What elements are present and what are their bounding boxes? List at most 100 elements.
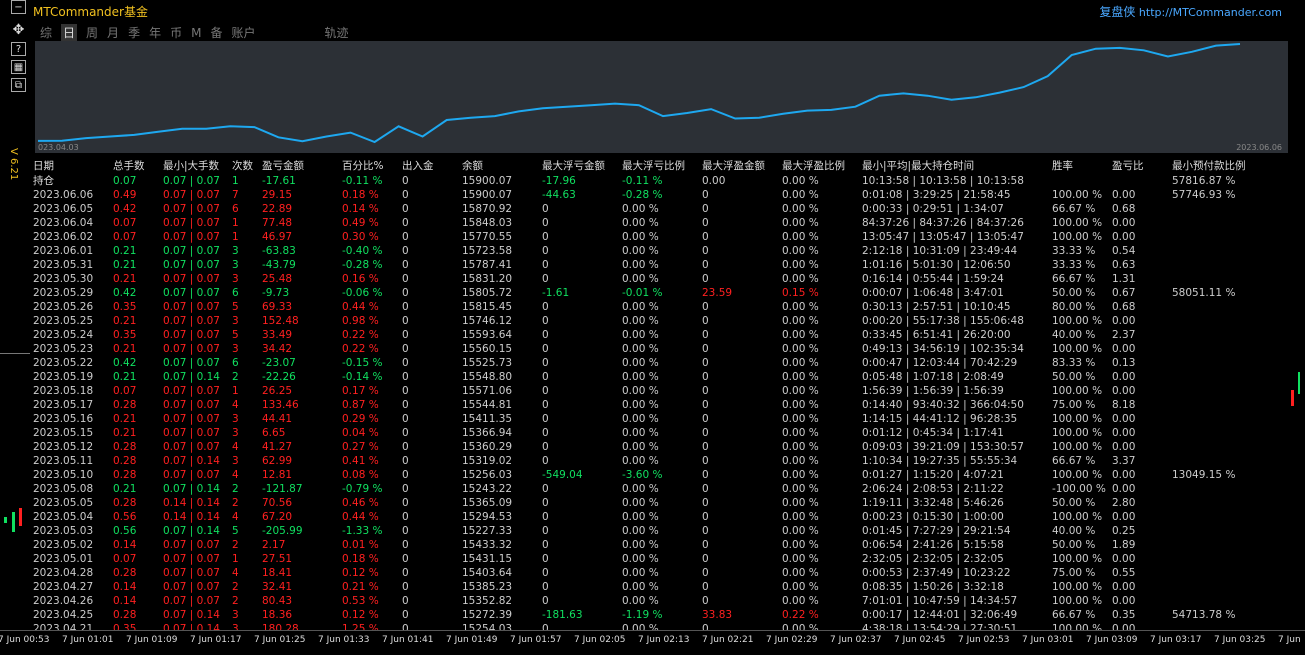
tab-5[interactable]: 年: [149, 24, 161, 41]
cell-dep: 0: [402, 581, 409, 593]
tab-6[interactable]: 币: [170, 24, 182, 41]
move-icon[interactable]: ✥: [11, 23, 26, 38]
table-row: 2023.06.04 0.07 0.07 | 0.07 1 77.48 0.49 % 0 15…: [33, 216, 1256, 230]
cell-pr: 0.00: [1112, 441, 1136, 453]
cell-pct: 0.21 %: [342, 581, 379, 593]
candle-mark: [4, 517, 7, 523]
grid-icon[interactable]: ▦: [11, 60, 26, 74]
tab-2[interactable]: 周: [86, 24, 98, 41]
tab-10[interactable]: 轨迹: [325, 24, 349, 41]
cell-margin: [1172, 594, 1256, 608]
cell-lots: 0.21: [113, 427, 137, 439]
cell-lots: 0.28: [113, 399, 137, 411]
tab-8[interactable]: 备: [210, 24, 222, 41]
tab-1[interactable]: 日: [61, 24, 78, 41]
cell-dep: 0: [402, 245, 409, 257]
cell-mflp: 0.00 %: [622, 203, 659, 215]
cell-mfl: 0: [542, 259, 549, 271]
cell-lots: 0.21: [113, 245, 137, 257]
cell-pr: 0.00: [1112, 427, 1136, 439]
candle-mark: [1298, 372, 1300, 394]
cell-dep: 0: [402, 399, 409, 411]
cell-win: 66.67 %: [1052, 203, 1096, 215]
cell-pct: -0.06 %: [342, 287, 383, 299]
header-right-link[interactable]: 复盘侠 http://MTCommander.com: [1099, 3, 1282, 20]
cell-mfpp: 0.00 %: [782, 441, 819, 453]
cell-time: 13:05:47 | 13:05:47 | 13:05:47: [862, 231, 1024, 243]
cell-mfp: 0: [702, 259, 709, 271]
cell-pnl: 27.51: [262, 553, 293, 565]
cell-pr: 0.00: [1112, 595, 1136, 607]
cell-mflp: 0.00 %: [622, 525, 659, 537]
cell-lots: 0.42: [113, 357, 137, 369]
cell-mfpp: 0.00 %: [782, 497, 819, 509]
cell-mfl: 0: [542, 315, 549, 327]
cell-mfp: 0: [702, 357, 709, 369]
window-icon[interactable]: ⧉: [11, 78, 26, 92]
tab-9[interactable]: 账户: [231, 24, 255, 41]
cell-pr: 0.68: [1112, 301, 1136, 313]
cell-count: 4: [232, 511, 239, 523]
tab-3[interactable]: 月: [107, 24, 119, 41]
cell-pnl: -121.87: [262, 483, 303, 495]
cell-dep: 0: [402, 553, 409, 565]
cell-pct: 0.22 %: [342, 343, 379, 355]
cell-dep: 0: [402, 329, 409, 341]
cell-pr: 0.00: [1112, 231, 1136, 243]
cell-time: 0:00:47 | 12:03:44 | 70:42:29: [862, 357, 1018, 369]
cell-win: 80.00 %: [1052, 301, 1096, 313]
cell-date: 2023.05.24: [33, 329, 94, 341]
cell-minmax: 0.07 | 0.07: [163, 469, 220, 481]
cell-pct: -0.79 %: [342, 483, 383, 495]
site-url[interactable]: http://MTCommander.com: [1139, 6, 1282, 19]
cell-mfl: 0: [542, 525, 549, 537]
tab-7[interactable]: M: [191, 26, 201, 40]
cell-mfpp: 0.00 %: [782, 427, 819, 439]
cell-mfp: 0: [702, 553, 709, 565]
cell-bal: 15243.22: [462, 483, 513, 495]
cell-margin: [1172, 496, 1256, 510]
cell-dep: 0: [402, 385, 409, 397]
column-header: 次数: [232, 159, 253, 172]
cell-count: 4: [232, 567, 239, 579]
help-button[interactable]: ?: [11, 42, 26, 56]
cell-minmax: 0.07 | 0.07: [163, 427, 220, 439]
cell-lots: 0.07: [113, 231, 137, 243]
minimize-button[interactable]: −: [11, 0, 26, 14]
equity-chart: 023.04.03 2023.06.06: [35, 41, 1288, 153]
cell-mfp: 0: [702, 301, 709, 313]
cell-win: 100.00 %: [1052, 343, 1103, 355]
cell-mfp: 0.00: [702, 174, 726, 187]
tab-4[interactable]: 季: [128, 24, 140, 41]
cell-bal: 15525.73: [462, 357, 513, 369]
cell-pr: 0.00: [1112, 511, 1136, 523]
cell-pr: 8.18: [1112, 399, 1136, 411]
table-row: 2023.05.26 0.35 0.07 | 0.07 5 69.33 0.44 % 0 15…: [33, 300, 1256, 314]
cell-mflp: -0.11 %: [622, 174, 663, 187]
cell-lots: 0.21: [113, 315, 137, 327]
table-row: 2023.05.19 0.21 0.07 | 0.14 2 -22.26 -0.14 % 0…: [33, 370, 1256, 384]
cell-bal: 15433.32: [462, 539, 513, 551]
time-tick-label: 7 Jun: [1278, 635, 1301, 645]
tab-0[interactable]: 综: [40, 24, 52, 41]
cell-lots: 0.07: [113, 217, 137, 229]
cell-mfpp: 0.00 %: [782, 231, 819, 243]
cell-win: 50.00 %: [1052, 497, 1096, 509]
cell-mfpp: 0.00 %: [782, 581, 819, 593]
version-label: V 6.21: [8, 148, 19, 181]
cell-mflp: 0.00 %: [622, 553, 659, 565]
cell-date: 2023.04.28: [33, 567, 94, 579]
cell-mfl: 0: [542, 385, 549, 397]
cell-mflp: 0.00 %: [622, 273, 659, 285]
time-tick-label: 7 Jun 02:05: [574, 635, 626, 645]
cell-bal: 15403.64: [462, 567, 513, 579]
cell-margin: [1172, 314, 1256, 328]
table-row: 2023.06.02 0.07 0.07 | 0.07 1 46.97 0.30 % 0 15…: [33, 230, 1256, 244]
cell-mfl: 0: [542, 245, 549, 257]
cell-mflp: 0.00 %: [622, 581, 659, 593]
cell-mfpp: 0.00 %: [782, 217, 819, 229]
cell-mfpp: 0.00 %: [782, 483, 819, 495]
table-row: 2023.05.08 0.21 0.07 | 0.14 2 -121.87 -0.79 %…: [33, 482, 1256, 496]
cell-margin: [1172, 510, 1256, 524]
cell-count: 1: [232, 174, 239, 187]
